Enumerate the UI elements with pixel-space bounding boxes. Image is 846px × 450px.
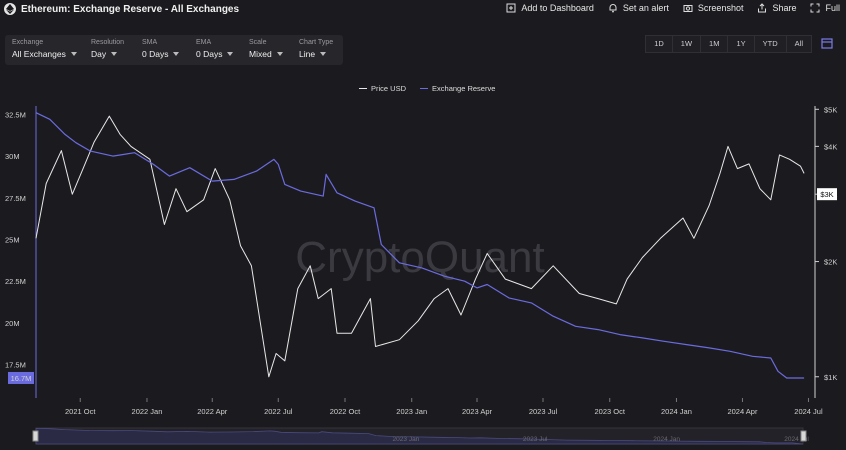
y-right-tick-label: $5K <box>824 105 837 114</box>
y-left-tick-label: 22.5M <box>5 277 26 286</box>
y-left-tick-label: 27.5M <box>5 194 26 203</box>
navigator-tick-label: 2024 Jan <box>653 436 680 443</box>
x-tick-label: 2023 Jul <box>529 407 558 416</box>
y-right-tick-label: $4K <box>824 142 837 151</box>
x-tick-label: 2024 Jul <box>794 407 823 416</box>
y-left-tick-label: 32.5M <box>5 110 26 119</box>
x-tick-label: 2023 Apr <box>462 407 493 416</box>
x-tick-label: 2024 Jan <box>661 407 692 416</box>
y-right-tick-label: $1K <box>824 373 837 382</box>
navigator-left-handle <box>32 430 39 442</box>
x-tick-label: 2021 Oct <box>65 407 96 416</box>
current-reserve-badge-label: 16.7M <box>11 374 32 383</box>
x-tick-label: 2022 Jan <box>132 407 163 416</box>
navigator-right-handle <box>800 430 807 442</box>
x-tick-label: 2022 Apr <box>197 407 228 416</box>
navigator-tick-label: 2023 Jul <box>523 436 548 443</box>
y-right-tick-label: $2K <box>824 258 837 267</box>
navigator-tick-label: 2023 Jan <box>393 436 420 443</box>
watermark: CryptoQuant <box>295 233 544 282</box>
x-tick-label: 2023 Oct <box>595 407 626 416</box>
y-left-tick-label: 25M <box>5 235 20 244</box>
x-tick-label: 2022 Jul <box>264 407 293 416</box>
x-tick-label: 2022 Oct <box>330 407 361 416</box>
y-left-tick-label: 30M <box>5 152 20 161</box>
x-tick-label: 2023 Jan <box>396 407 427 416</box>
current-price-badge-label: $3K <box>820 190 833 199</box>
chart-canvas[interactable]: CryptoQuant 32.5M 30M 27.5M 25M 22.5M 20M 17.5… <box>0 0 846 450</box>
y-left-tick-label: 17.5M <box>5 361 26 370</box>
x-tick-label: 2024 Apr <box>727 407 758 416</box>
y-left-tick-label: 20M <box>5 319 20 328</box>
